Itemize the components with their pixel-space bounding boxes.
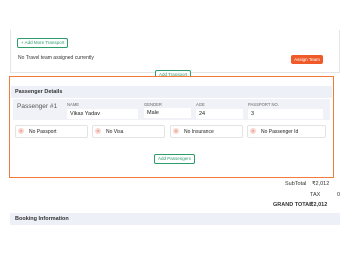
passport-field[interactable]: 3 (248, 109, 323, 119)
close-icon: x (18, 128, 24, 134)
grand-total-label: GRAND TOTAL (273, 202, 313, 208)
name-column-label: NAME (67, 102, 80, 107)
passenger-details-title: Passenger Details (15, 89, 63, 95)
booking-information-title: Booking Information (15, 216, 69, 222)
document-label: No Visa (106, 128, 124, 135)
insurance-document[interactable]: x No Insurance (170, 125, 243, 138)
document-label: No Insurance (184, 128, 214, 135)
document-label: No Passport (29, 128, 57, 135)
passport-column-label: PASSPORT NO. (248, 102, 279, 107)
age-field[interactable]: 24 (196, 109, 243, 119)
name-field[interactable]: Vikas Yadav (67, 109, 138, 119)
gender-column-label: GENDER (144, 102, 162, 107)
passport-document[interactable]: x No Passport (15, 125, 88, 138)
grand-total-value: ₹2,012 (310, 202, 328, 208)
document-label: No Passenger Id (261, 128, 299, 135)
add-more-transport-button[interactable]: + Add More Transport (17, 38, 69, 48)
gender-field[interactable]: Male (144, 108, 191, 118)
tax-value: 0 (337, 192, 341, 198)
close-icon: x (95, 128, 101, 134)
subtotal-label: SubTotal (285, 181, 307, 187)
transport-card (10, 30, 340, 73)
age-column-label: AGE (196, 102, 205, 107)
close-icon: x (250, 128, 256, 134)
passenger-id-document[interactable]: x No Passenger Id (247, 125, 326, 138)
close-icon: x (173, 128, 179, 134)
assign-team-button[interactable]: Assign Team (291, 55, 323, 64)
subtotal-value: ₹2,012 (312, 181, 330, 187)
add-passengers-button[interactable]: Add Passengers (154, 154, 196, 164)
tax-label: TAX (310, 192, 321, 198)
passenger-label: Passenger #1 (17, 103, 58, 110)
travel-team-note: No Travel team assigned currently (18, 55, 94, 61)
visa-document[interactable]: x No Visa (92, 125, 165, 138)
